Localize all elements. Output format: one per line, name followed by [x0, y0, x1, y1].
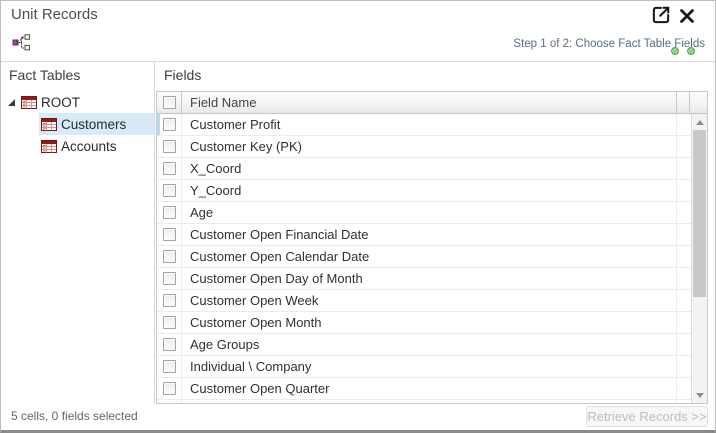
row-checkbox[interactable]	[163, 118, 176, 131]
header-divider	[1, 61, 716, 62]
arrow-down-icon	[696, 393, 704, 398]
row-checkbox[interactable]	[163, 162, 176, 175]
external-link-icon	[650, 4, 672, 31]
select-all-checkbox[interactable]	[163, 96, 176, 109]
field-name-cell: Customer Open Calendar Date	[182, 246, 677, 267]
close-button[interactable]	[677, 8, 697, 28]
field-name-cell: X_Coord	[182, 158, 677, 179]
retrieve-records-button[interactable]: Retrieve Records >>	[586, 406, 708, 427]
row-checkbox-cell	[157, 400, 182, 403]
row-checkbox[interactable]	[163, 338, 176, 351]
table-icon	[21, 96, 37, 109]
row-checkbox-cell	[157, 114, 182, 135]
field-name-cell: Customer Open Month	[182, 312, 677, 333]
scrollbar-thumb[interactable]	[693, 130, 706, 297]
field-name-cell: Age Groups	[182, 334, 677, 355]
row-checkbox-cell	[157, 202, 182, 223]
fields-grid: Field Name Customer ProfitCustomer Key (…	[156, 91, 708, 404]
tree-item-label: Customers	[61, 117, 130, 132]
field-name-cell: Customer Open Day of Month	[182, 268, 677, 289]
field-name-cell: Customer Open Week	[182, 290, 677, 311]
row-checkbox-cell	[157, 312, 182, 333]
step-dot	[687, 47, 695, 55]
select-all-cell	[157, 92, 182, 113]
field-name-cell: Customer Key (PK)	[182, 136, 677, 157]
fact-tables-tree: ROOT Customers Accounts	[1, 91, 154, 157]
column-header-filler	[677, 92, 690, 113]
table-icon	[41, 118, 57, 131]
field-row[interactable]: Customer Open Week	[157, 290, 691, 312]
vertical-scrollbar[interactable]	[691, 114, 707, 403]
field-name-cell: Age	[182, 202, 677, 223]
row-checkbox[interactable]	[163, 140, 176, 153]
row-checkbox-cell	[157, 180, 182, 201]
grid-header-row: Field Name	[157, 92, 707, 114]
share-map-icon	[12, 34, 31, 56]
row-checkbox[interactable]	[163, 206, 176, 219]
row-checkbox[interactable]	[163, 294, 176, 307]
tree-item-root[interactable]: ROOT	[7, 91, 154, 113]
field-name-cell: Customer Open Quarter	[182, 378, 677, 399]
page-title: Unit Records	[11, 6, 98, 23]
field-row[interactable]: Customer Open Quarter	[157, 378, 691, 400]
field-name-cell: Customer Profit	[182, 114, 677, 135]
row-checkbox-cell	[157, 136, 182, 157]
tree-item-label: ROOT	[41, 95, 84, 110]
field-row[interactable]	[157, 400, 691, 403]
column-header-field-name[interactable]: Field Name	[182, 92, 677, 113]
arrow-up-icon	[696, 120, 704, 125]
close-icon	[679, 8, 695, 29]
unit-records-dialog: Unit Records	[0, 0, 716, 433]
row-checkbox[interactable]	[163, 228, 176, 241]
field-row[interactable]: Customer Profit	[157, 114, 691, 136]
field-row[interactable]: Individual \ Company	[157, 356, 691, 378]
row-checkbox-cell	[157, 246, 182, 267]
row-checkbox-cell	[157, 378, 182, 399]
row-checkbox-cell	[157, 356, 182, 377]
row-checkbox[interactable]	[163, 272, 176, 285]
field-row[interactable]: Customer Open Day of Month	[157, 268, 691, 290]
row-checkbox-cell	[157, 334, 182, 355]
field-row[interactable]: Customer Open Financial Date	[157, 224, 691, 246]
fields-panel-title: Fields	[164, 67, 201, 83]
tree-expander-icon[interactable]	[7, 98, 19, 107]
row-checkbox[interactable]	[163, 250, 176, 263]
open-new-window-button[interactable]	[649, 5, 673, 29]
step-indicator-text: Step 1 of 2: Choose Fact Table Fields	[285, 38, 705, 50]
row-checkbox-cell	[157, 158, 182, 179]
field-row[interactable]: Y_Coord	[157, 180, 691, 202]
field-row[interactable]: Customer Open Calendar Date	[157, 246, 691, 268]
status-text: 5 cells, 0 fields selected	[11, 405, 138, 427]
row-checkbox-cell	[157, 290, 182, 311]
field-row[interactable]: X_Coord	[157, 158, 691, 180]
scroll-down-button[interactable]	[692, 387, 707, 403]
row-checkbox-cell	[157, 268, 182, 289]
tree-item-accounts[interactable]: Accounts	[39, 135, 154, 157]
row-checkbox[interactable]	[163, 184, 176, 197]
row-checkbox[interactable]	[163, 316, 176, 329]
row-checkbox-cell	[157, 224, 182, 245]
field-name-cell	[182, 400, 677, 403]
table-icon	[41, 140, 57, 153]
fact-tables-panel-title: Fact Tables	[9, 67, 80, 83]
grid-body: Customer ProfitCustomer Key (PK)X_CoordY…	[157, 114, 691, 403]
field-row[interactable]: Age	[157, 202, 691, 224]
field-name-cell: Customer Open Financial Date	[182, 224, 677, 245]
tree-item-customers[interactable]: Customers	[39, 113, 154, 135]
field-name-cell: Individual \ Company	[182, 356, 677, 377]
row-checkbox[interactable]	[163, 360, 176, 373]
field-row[interactable]: Customer Open Month	[157, 312, 691, 334]
field-row[interactable]: Customer Key (PK)	[157, 136, 691, 158]
scroll-up-button[interactable]	[692, 114, 707, 130]
tree-item-label: Accounts	[61, 139, 121, 154]
row-checkbox[interactable]	[163, 382, 176, 395]
field-name-cell: Y_Coord	[182, 180, 677, 201]
panel-divider	[154, 62, 155, 404]
step-progress-dots	[671, 47, 695, 55]
map-link-button[interactable]	[12, 35, 34, 55]
field-row[interactable]: Age Groups	[157, 334, 691, 356]
step-dot	[671, 47, 679, 55]
